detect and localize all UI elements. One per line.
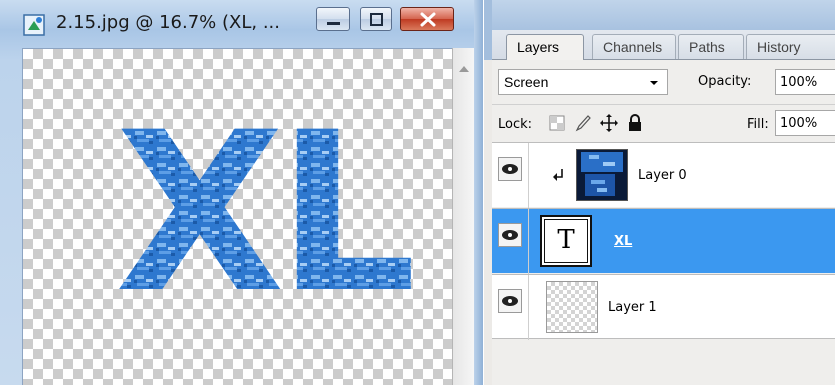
layer-name[interactable]: Layer 1 <box>608 300 657 315</box>
close-button[interactable] <box>400 7 454 31</box>
visibility-toggle[interactable] <box>498 289 522 313</box>
opacity-input[interactable]: 100% <box>775 69 835 95</box>
image-canvas[interactable]: XL <box>22 48 452 385</box>
text-layer-t-glyph: T <box>557 225 575 255</box>
lock-image-pixels-brush-icon[interactable] <box>574 114 592 132</box>
transparent-layer-thumbnail <box>546 281 598 333</box>
layers-panel-body: Screen Opacity: 100% Lock: Fill: 100% La… <box>492 59 835 385</box>
maximize-button[interactable] <box>360 7 392 31</box>
fill-input[interactable]: 100% <box>775 110 835 136</box>
document-title-bar[interactable]: 2.15.jpg @ 16.7% (XL, ... <box>0 0 483 46</box>
lock-transparent-pixels-icon[interactable] <box>548 114 566 132</box>
layers-panel: Layers Channels Paths History Screen Opa… <box>484 0 835 385</box>
layer-thumbnail <box>576 149 628 201</box>
tab-history[interactable]: History <box>746 34 835 60</box>
layer-row-layer-0[interactable]: Layer 0 <box>492 142 835 208</box>
document-title: 2.15.jpg @ 16.7% (XL, ... <box>56 12 280 33</box>
eye-icon <box>502 164 518 174</box>
fill-label: Fill: <box>747 117 769 132</box>
lock-label: Lock: <box>498 117 533 132</box>
scroll-up-arrow-icon[interactable] <box>456 62 472 76</box>
panel-header-bar[interactable] <box>484 0 835 30</box>
lock-position-move-icon[interactable] <box>600 114 618 132</box>
panel-tabs: Layers Channels Paths History <box>484 30 835 60</box>
chevron-down-icon <box>650 81 658 85</box>
opacity-label: Opacity: <box>698 74 752 89</box>
xl-text-artwork: XL <box>115 85 420 341</box>
lock-row: Lock: Fill: 100% <box>492 104 835 140</box>
row-divider <box>528 209 529 274</box>
row-divider <box>528 143 529 208</box>
texture-thumbnail-image <box>581 152 623 196</box>
tab-paths[interactable]: Paths <box>678 34 744 60</box>
visibility-toggle[interactable] <box>498 157 522 181</box>
minimize-icon <box>327 22 340 25</box>
lock-all-padlock-icon[interactable] <box>626 114 644 132</box>
clipping-mask-arrow-icon <box>553 169 563 181</box>
close-icon <box>420 12 436 27</box>
tab-channels[interactable]: Channels <box>592 34 676 60</box>
layer-row-layer-1[interactable]: Layer 1 <box>492 274 835 340</box>
blend-mode-select[interactable]: Screen <box>498 69 668 95</box>
layer-name[interactable]: Layer 0 <box>638 168 687 183</box>
layer-name[interactable]: XL <box>614 234 632 249</box>
layer-row-xl-selected[interactable]: T XL <box>492 208 835 274</box>
blend-mode-value: Screen <box>504 74 549 90</box>
row-divider <box>528 275 529 340</box>
tab-layers[interactable]: Layers <box>506 34 584 60</box>
visibility-toggle[interactable] <box>498 223 522 247</box>
canvas-text-xl: XL <box>115 85 412 341</box>
maximize-icon <box>370 13 383 26</box>
eye-icon <box>502 230 518 240</box>
vertical-scrollbar[interactable] <box>452 48 474 385</box>
text-layer-thumbnail: T <box>540 215 592 267</box>
minimize-button[interactable] <box>316 7 350 31</box>
window-frame-edge <box>474 0 483 385</box>
photoshop-document-icon <box>23 14 45 36</box>
eye-icon <box>502 296 518 306</box>
document-window: 2.15.jpg @ 16.7% (XL, ... XL <box>0 0 483 385</box>
